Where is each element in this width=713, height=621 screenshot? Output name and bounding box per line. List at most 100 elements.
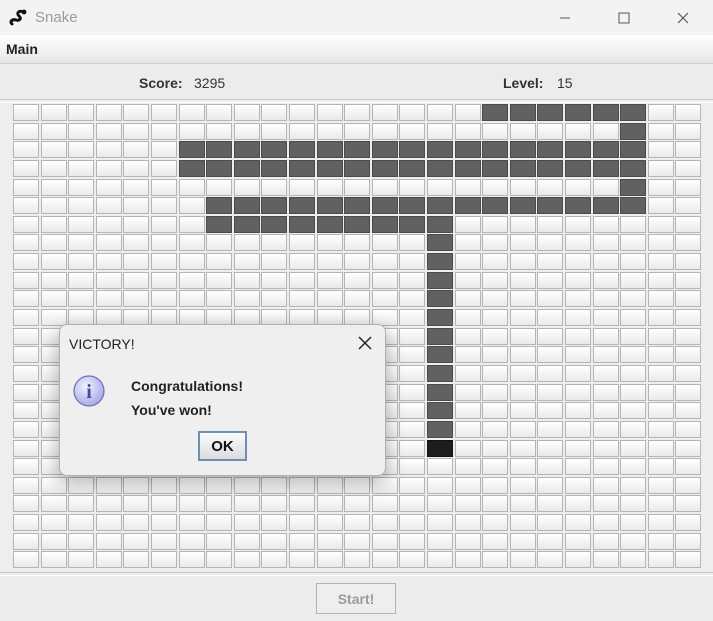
board-cell xyxy=(206,551,232,568)
board-cell xyxy=(620,253,646,270)
board-cell xyxy=(151,197,177,214)
board-cell xyxy=(482,290,508,307)
board-cell xyxy=(620,290,646,307)
board-cell xyxy=(317,123,343,140)
board-cell xyxy=(593,477,619,494)
board-cell xyxy=(151,234,177,251)
board-cell xyxy=(565,533,591,550)
board-cell xyxy=(399,234,425,251)
board-cell xyxy=(399,328,425,345)
snake-segment xyxy=(593,197,619,214)
board-cell xyxy=(565,402,591,419)
board-cell xyxy=(482,477,508,494)
window-title: Snake xyxy=(35,9,78,26)
board-cell xyxy=(455,253,481,270)
board-cell xyxy=(593,495,619,512)
board-cell xyxy=(96,234,122,251)
board-cell xyxy=(151,160,177,177)
board-cell xyxy=(482,328,508,345)
snake-head xyxy=(427,440,453,457)
board-cell xyxy=(565,272,591,289)
board-cell xyxy=(482,495,508,512)
snake-segment xyxy=(510,197,536,214)
board-cell xyxy=(151,272,177,289)
victory-dialog: VICTORY! i Congratulations! You've won! … xyxy=(59,324,386,476)
board-cell xyxy=(206,495,232,512)
board-cell xyxy=(261,253,287,270)
board-cell xyxy=(399,440,425,457)
board-cell xyxy=(537,551,563,568)
board-cell xyxy=(565,551,591,568)
board-cell xyxy=(510,309,536,326)
board-cell xyxy=(648,365,674,382)
board-cell xyxy=(620,365,646,382)
board-cell xyxy=(675,384,701,401)
board-cell xyxy=(593,328,619,345)
board-cell xyxy=(344,234,370,251)
snake-segment xyxy=(427,216,453,233)
board-cell xyxy=(68,104,94,121)
board-cell xyxy=(648,141,674,158)
board-cell xyxy=(261,290,287,307)
board-cell xyxy=(96,197,122,214)
board-cell xyxy=(455,216,481,233)
board-cell xyxy=(620,421,646,438)
board-cell xyxy=(123,141,149,158)
minimize-button[interactable] xyxy=(542,0,588,35)
menu-main[interactable]: Main xyxy=(6,41,38,57)
board-cell xyxy=(13,309,39,326)
board-cell xyxy=(261,514,287,531)
ok-button[interactable]: OK xyxy=(198,431,247,461)
board-cell xyxy=(648,402,674,419)
board-cell xyxy=(123,253,149,270)
board-cell xyxy=(179,533,205,550)
board-cell xyxy=(510,290,536,307)
board-cell xyxy=(13,197,39,214)
board-cell xyxy=(317,272,343,289)
board-cell xyxy=(510,365,536,382)
board-cell xyxy=(399,458,425,475)
board-cell xyxy=(344,290,370,307)
board-cell xyxy=(289,179,315,196)
board-cell xyxy=(13,458,39,475)
board-cell xyxy=(510,384,536,401)
board-cell xyxy=(13,533,39,550)
board-cell xyxy=(565,477,591,494)
board-cell xyxy=(399,253,425,270)
board-cell xyxy=(41,272,67,289)
board-cell xyxy=(455,272,481,289)
start-button[interactable]: Start! xyxy=(316,583,396,614)
board-cell xyxy=(344,533,370,550)
board-cell xyxy=(123,495,149,512)
board-cell xyxy=(565,514,591,531)
board-cell xyxy=(427,477,453,494)
board-cell xyxy=(675,440,701,457)
board-cell xyxy=(620,234,646,251)
snake-segment xyxy=(179,160,205,177)
board-cell xyxy=(620,495,646,512)
board-cell xyxy=(593,384,619,401)
close-button[interactable] xyxy=(660,0,706,35)
board-cell xyxy=(96,253,122,270)
board-cell xyxy=(399,551,425,568)
board-cell xyxy=(455,402,481,419)
board-cell xyxy=(41,179,67,196)
board-cell xyxy=(593,216,619,233)
board-cell xyxy=(648,216,674,233)
board-cell xyxy=(593,533,619,550)
board-cell xyxy=(123,160,149,177)
board-cell xyxy=(648,104,674,121)
board-cell xyxy=(648,495,674,512)
score-value: 3295 xyxy=(194,75,226,91)
board-cell xyxy=(399,514,425,531)
snake-segment xyxy=(372,141,398,158)
dialog-close-button[interactable] xyxy=(351,330,379,356)
level-label: Level: xyxy=(503,75,544,91)
maximize-button[interactable] xyxy=(601,0,647,35)
board-cell xyxy=(537,346,563,363)
snake-logo-icon xyxy=(9,9,27,26)
board-cell xyxy=(96,290,122,307)
snake-segment xyxy=(510,160,536,177)
snake-segment xyxy=(537,160,563,177)
dialog-message-line2: You've won! xyxy=(131,402,212,418)
